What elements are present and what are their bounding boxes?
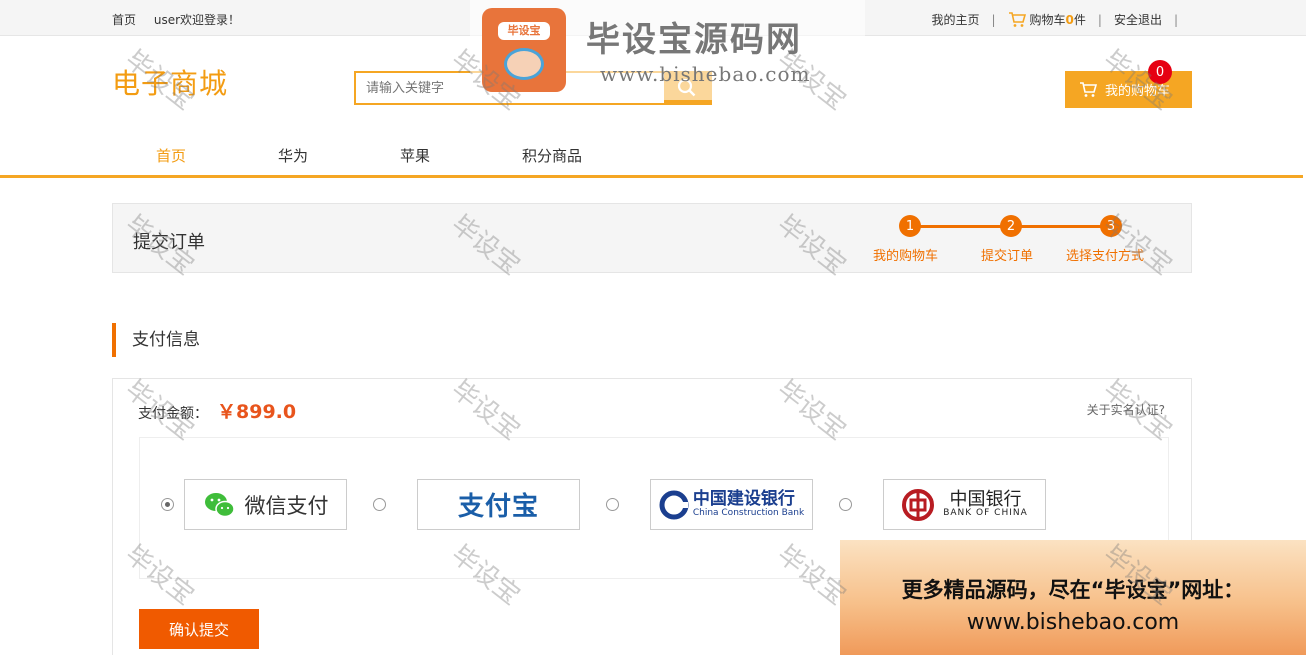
divider: | (991, 12, 996, 27)
top-bar-left: 首页 user欢迎登录！ (112, 11, 254, 28)
order-step-box: 提交订单 1 2 3 我的购物车 提交订单 选择支付方式 (112, 203, 1192, 273)
step-number: 2 (1000, 215, 1022, 237)
cart-badge: 0 (1148, 60, 1172, 84)
amount-label: 支付金额： (138, 406, 208, 422)
radio-alipay[interactable] (373, 498, 386, 511)
wechat-icon (204, 492, 235, 517)
nav-item-apple[interactable]: 苹果 (400, 145, 430, 166)
brand-face-icon (504, 48, 544, 80)
nav-item-points-goods[interactable]: 积分商品 (522, 145, 582, 166)
brand-url: www.bishebao.com (600, 62, 811, 86)
top-cart-link[interactable]: 购物车 0 件 (1008, 11, 1086, 28)
welcome-text: user欢迎登录！ (153, 13, 241, 27)
cart-prefix: 购物车 (1029, 13, 1066, 27)
site-logo[interactable]: 电子商城 (112, 62, 228, 102)
pay-option-alipay[interactable]: 支付宝 (417, 479, 580, 530)
confirm-submit-button[interactable]: 确认提交 (139, 609, 259, 649)
step-label: 提交订单 (981, 249, 1034, 264)
boc-label: 中国银行 (949, 488, 1022, 510)
boc-text: 中国银行 BANK OF CHINA (943, 488, 1028, 520)
nav-item-home[interactable]: 首页 (156, 145, 186, 166)
my-cart-button[interactable]: 我的购物车 0 (1065, 60, 1192, 108)
brand-watermark: 毕设宝 毕设宝源码网 www.bishebao.com (470, 0, 865, 100)
brand-badge-text: 毕设宝 (498, 22, 550, 40)
radio-boc[interactable] (839, 498, 852, 511)
cart-icon (1080, 81, 1097, 97)
section-title: 支付信息 (112, 323, 200, 357)
promo-line-2: www.bishebao.com (966, 610, 1180, 635)
step-progress: 1 2 3 我的购物车 提交订单 选择支付方式 (873, 214, 1173, 264)
top-home-link[interactable]: 首页 (112, 13, 136, 27)
boc-sub: BANK OF CHINA (943, 508, 1028, 519)
promo-banner: 更多精品源码，尽在“毕设宝”网址： www.bishebao.com (840, 540, 1306, 655)
radio-wechat[interactable] (161, 498, 174, 511)
step-number: 1 (899, 215, 921, 237)
pay-option-wechat[interactable]: 微信支付 (184, 479, 347, 530)
pay-option-ccb[interactable]: 中国建设银行 China Construction Bank (650, 479, 813, 530)
brand-name: 毕设宝源码网 (586, 20, 802, 60)
cart-suffix: 件 (1073, 13, 1086, 27)
step-label: 我的购物车 (873, 249, 939, 264)
promo-line-1: 更多精品源码，尽在“毕设宝”网址： (901, 578, 1245, 602)
realname-link[interactable]: 关于实名认证? (1087, 401, 1165, 418)
main-nav: 首页 华为 苹果 积分商品 (0, 134, 1303, 178)
pay-option-boc[interactable]: 中国银行 BANK OF CHINA (883, 479, 1046, 530)
alipay-label: 支付宝 (457, 492, 539, 522)
ccb-logo-icon (659, 490, 689, 519)
cart-icon (1008, 11, 1026, 27)
nav-item-huawei[interactable]: 华为 (278, 145, 308, 166)
boc-logo-icon (902, 488, 935, 521)
ccb-text: 中国建设银行 China Construction Bank (692, 488, 805, 518)
step-label: 选择支付方式 (1066, 249, 1145, 264)
cart-count: 0 (1065, 12, 1074, 27)
brand-logo-icon: 毕设宝 (482, 8, 566, 92)
step-number: 3 (1100, 215, 1122, 237)
ccb-label: 中国建设银行 (692, 488, 795, 509)
divider: | (1173, 12, 1178, 27)
my-home-link[interactable]: 我的主页 (931, 11, 979, 28)
radio-ccb[interactable] (606, 498, 619, 511)
wechat-label: 微信支付 (244, 493, 329, 518)
logout-link[interactable]: 安全退出 (1114, 11, 1162, 28)
amount-value: ￥899.0 (217, 401, 297, 423)
divider: | (1097, 12, 1102, 27)
top-bar-right: 我的主页 | 购物车 0 件 | 安全退出 | (931, 11, 1190, 28)
ccb-sub: China Construction Bank (692, 507, 805, 518)
page-title: 提交订单 (133, 232, 205, 253)
